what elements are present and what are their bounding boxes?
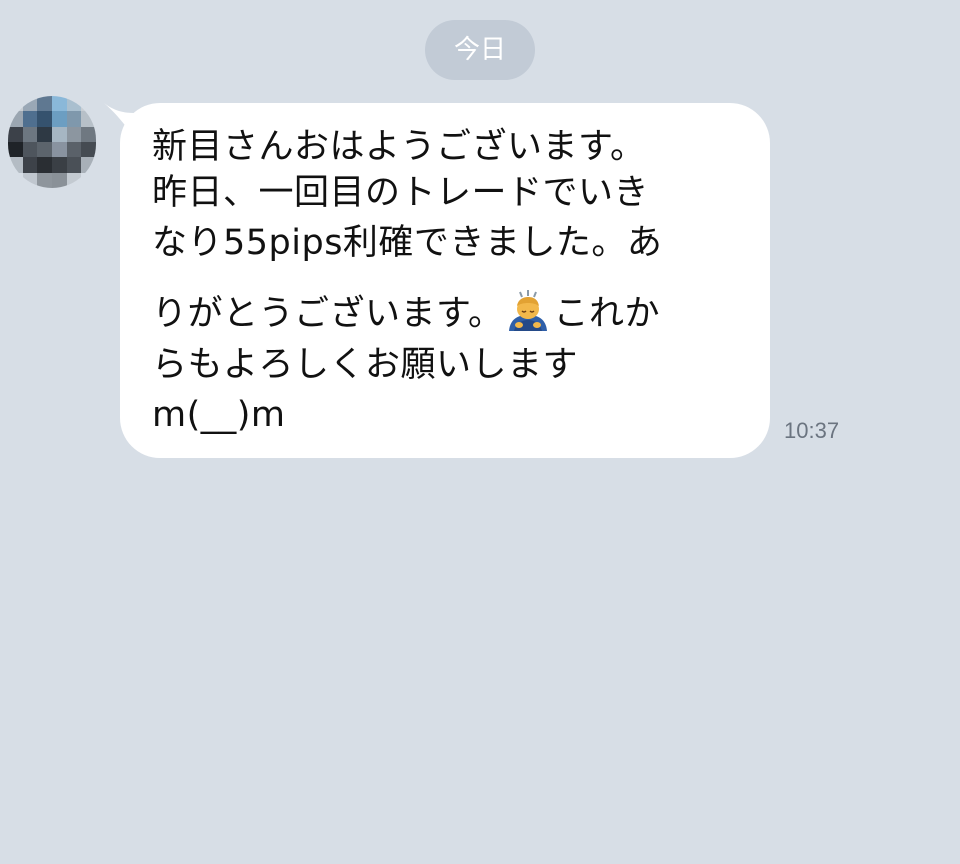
avatar[interactable] <box>8 96 96 188</box>
message-text-segment: これか <box>553 294 661 334</box>
message-text-line: 新目さんおはようございます。 <box>152 127 646 167</box>
message-text-segment: りがとうございます。 <box>152 294 504 334</box>
message-text-line: らもよろしくお願いします <box>152 345 579 385</box>
message-text-line: 昨日、一回目のトレードでいき <box>152 173 650 213</box>
message-text-line: なり55pips利確できました。あ <box>152 223 663 263</box>
message-text-line: りがとうございます。 これか <box>152 289 660 334</box>
date-separator: 今日 <box>425 20 535 80</box>
chat-area[interactable]: 今日 新目さんおはようございます。 昨日、一回目のトレードでいき なり55pip… <box>0 0 960 864</box>
message-timestamp: 10:37 <box>784 418 840 443</box>
message-text-line: m(__)m <box>152 395 286 435</box>
person-bowing-emoji-icon <box>508 290 547 331</box>
message-bubble[interactable]: 新目さんおはようございます。 昨日、一回目のトレードでいき なり55pips利確… <box>120 103 770 458</box>
